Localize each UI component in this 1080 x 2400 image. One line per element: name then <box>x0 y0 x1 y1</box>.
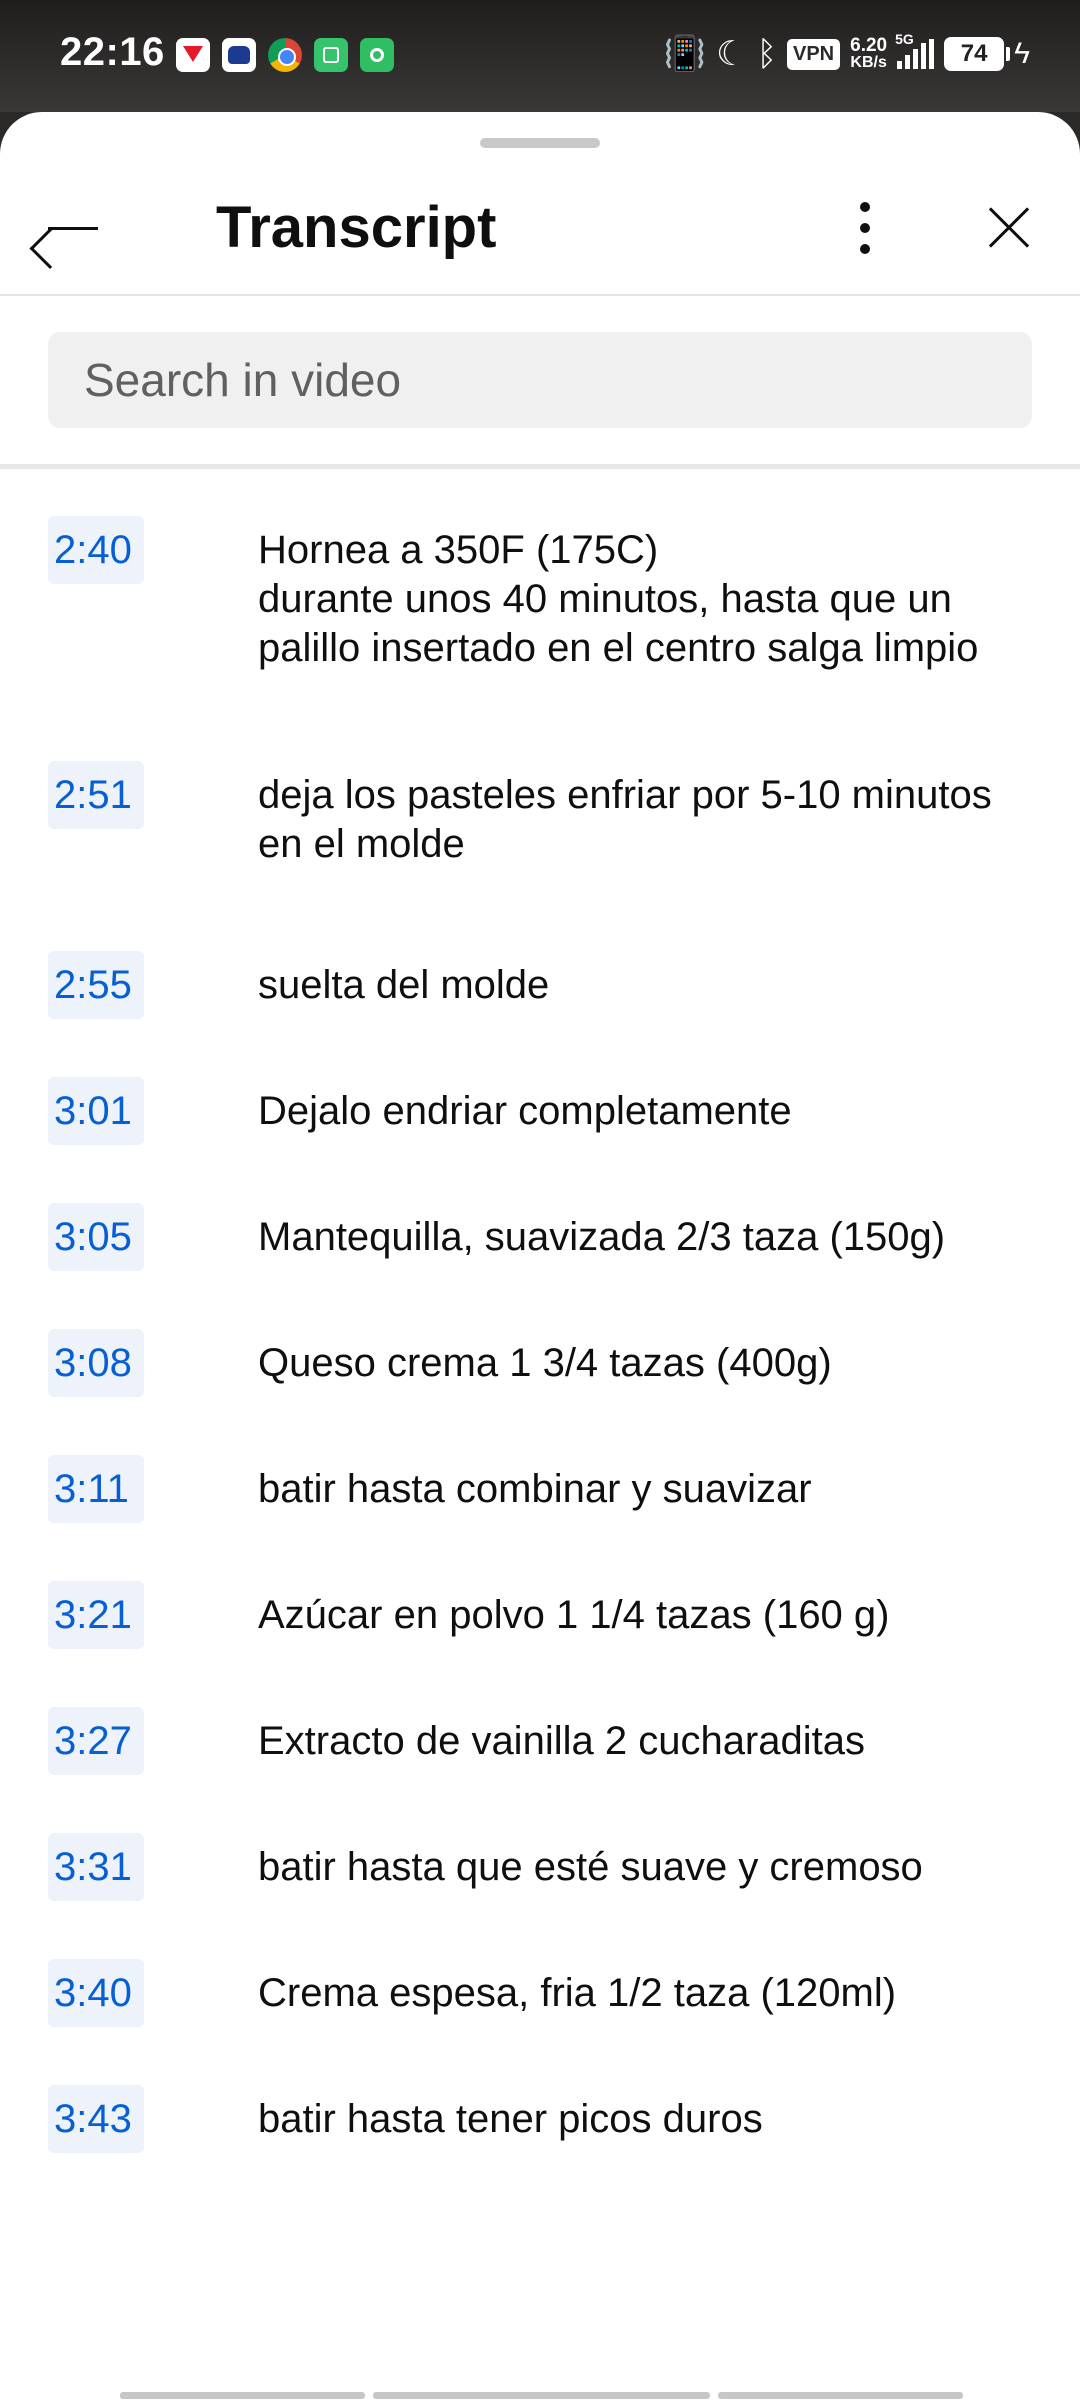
transcript-segment[interactable]: 2:40 Hornea a 350F (175C) durante unos 40… <box>0 516 1080 673</box>
transcript-segment[interactable]: 3:31 batir hasta que esté suave y cremoso <box>0 1833 1080 1901</box>
segment-timestamp[interactable]: 2:51 <box>48 761 144 829</box>
transcript-panel: Transcript 2:40 Hornea a 350F (175C) dura… <box>0 112 1080 2400</box>
more-options-button[interactable] <box>840 196 890 260</box>
segment-timestamp[interactable]: 3:43 <box>48 2085 144 2153</box>
transcript-segment[interactable]: 3:27 Extracto de vainilla 2 cucharaditas <box>0 1707 1080 1775</box>
signal-icon: 5G <box>895 31 935 69</box>
vibrate-icon: 📳 <box>663 35 707 73</box>
segment-text: deja los pasteles enfriar por 5-10 minut… <box>258 773 992 866</box>
segment-text: Azúcar en polvo 1 1/4 tazas (160 g) <box>258 1593 890 1637</box>
segment-text: Mantequilla, suavizada 2/3 taza (150g) <box>258 1215 946 1259</box>
segment-text: suelta del molde <box>258 963 550 1007</box>
status-indicators: 📳 ☾ ᛒ VPN 6.20 KB/s 5G 74 ϟ <box>663 31 1030 74</box>
segment-timestamp[interactable]: 3:27 <box>48 1707 144 1775</box>
panel-title: Transcript <box>216 195 497 260</box>
segment-timestamp[interactable]: 3:05 <box>48 1203 144 1271</box>
charging-icon: ϟ <box>1014 37 1030 70</box>
divider <box>0 294 1080 296</box>
back-button[interactable] <box>36 198 108 258</box>
segment-text: Hornea a 350F (175C) durante unos 40 min… <box>258 528 979 670</box>
segment-text: Dejalo endriar completamente <box>258 1089 792 1133</box>
network-speed: 6.20 KB/s <box>850 35 888 71</box>
transcript-segment[interactable]: 2:51 deja los pasteles enfriar por 5-10 m… <box>0 761 1080 869</box>
transcript-segment[interactable]: 3:43 batir hasta tener picos duros <box>0 2085 1080 2153</box>
transcript-segment[interactable]: 3:21 Azúcar en polvo 1 1/4 tazas (160 g) <box>0 1581 1080 1649</box>
segment-text: Crema espesa, fria 1/2 taza (120ml) <box>258 1971 897 2015</box>
status-bar: 22:16 📳 ☾ ᛒ VPN 6.20 KB/s 5G 74 ϟ <box>0 0 1080 112</box>
app-notification-icon <box>176 38 210 72</box>
close-button[interactable] <box>976 196 1040 260</box>
drag-handle[interactable] <box>480 138 600 148</box>
network-speed-unit: KB/s <box>850 54 887 71</box>
network-type: 5G <box>895 31 914 47</box>
bluetooth-icon: ᛒ <box>756 35 777 73</box>
transcript-segment[interactable]: 3:05 Mantequilla, suavizada 2/3 taza (150… <box>0 1203 1080 1271</box>
app-notification-icon <box>222 38 256 72</box>
chrome-icon <box>268 38 302 72</box>
segment-text: batir hasta combinar y suavizar <box>258 1467 812 1511</box>
vpn-badge: VPN <box>787 38 841 70</box>
segment-timestamp[interactable]: 3:08 <box>48 1329 144 1397</box>
segment-text: Extracto de vainilla 2 cucharaditas <box>258 1719 865 1763</box>
battery-icon: 74 <box>944 37 1011 71</box>
status-time: 22:16 <box>60 30 165 74</box>
network-speed-value: 6.20 <box>850 35 888 56</box>
transcript-segment[interactable]: 2:55 suelta del molde <box>0 951 1080 1019</box>
segment-timestamp[interactable]: 2:55 <box>48 951 144 1019</box>
hotspot-icon <box>360 38 394 72</box>
segment-text: Queso crema 1 3/4 tazas (400g) <box>258 1341 832 1385</box>
panel-header: Transcript <box>0 172 1080 282</box>
app-notification-icon <box>314 38 348 72</box>
scroll-indicator <box>120 2392 963 2399</box>
search-input[interactable] <box>48 332 1032 428</box>
segment-timestamp[interactable]: 3:31 <box>48 1833 144 1901</box>
transcript-segment[interactable]: 3:08 Queso crema 1 3/4 tazas (400g) <box>0 1329 1080 1397</box>
transcript-segment[interactable]: 3:40 Crema espesa, fria 1/2 taza (120ml) <box>0 1959 1080 2027</box>
segment-timestamp[interactable]: 3:40 <box>48 1959 144 2027</box>
transcript-list: 2:40 Hornea a 350F (175C) durante unos 40… <box>0 516 1080 2153</box>
segment-timestamp[interactable]: 3:01 <box>48 1077 144 1145</box>
segment-timestamp[interactable]: 3:11 <box>48 1455 144 1523</box>
moon-icon: ☾ <box>716 35 747 73</box>
segment-timestamp[interactable]: 2:40 <box>48 516 144 584</box>
transcript-segment[interactable]: 3:01 Dejalo endriar completamente <box>0 1077 1080 1145</box>
segment-text: batir hasta tener picos duros <box>258 2097 763 2141</box>
notification-icons <box>176 38 394 72</box>
more-vert-icon <box>860 202 870 212</box>
segment-timestamp[interactable]: 3:21 <box>48 1581 144 1649</box>
divider <box>0 464 1080 469</box>
transcript-segment[interactable]: 3:11 batir hasta combinar y suavizar <box>0 1455 1080 1523</box>
segment-text: batir hasta que esté suave y cremoso <box>258 1845 923 1889</box>
